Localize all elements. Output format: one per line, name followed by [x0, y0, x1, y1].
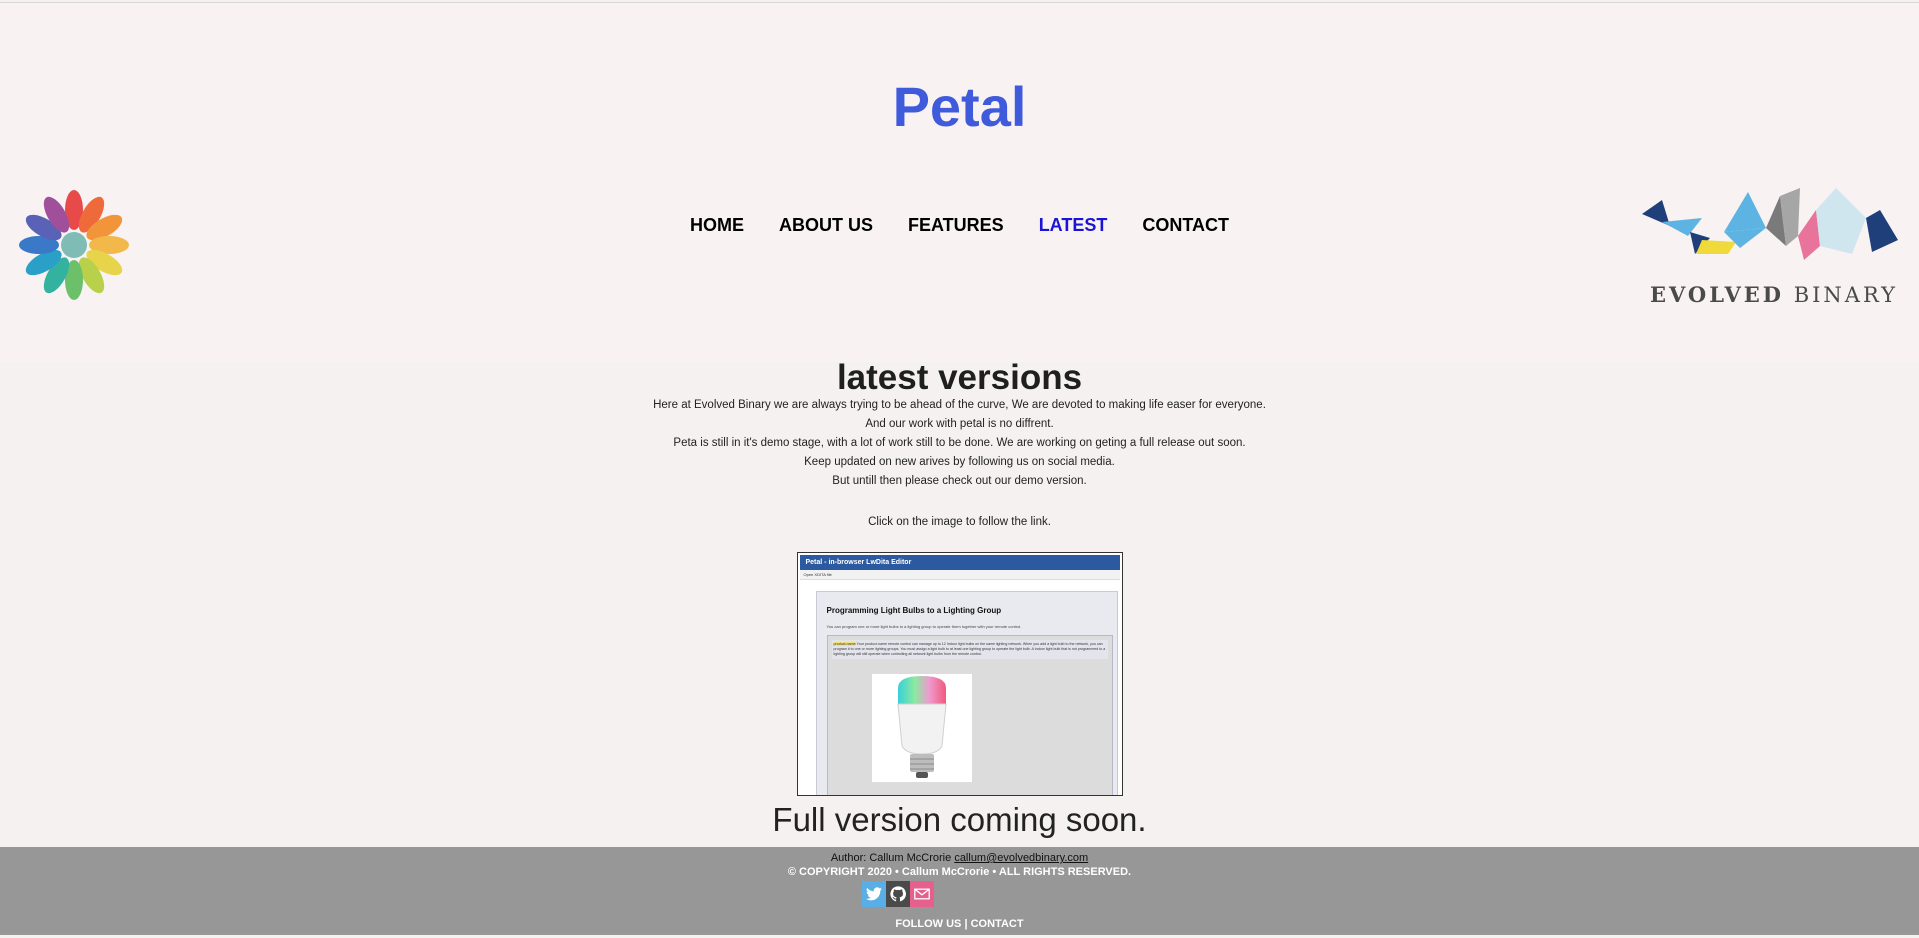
author-line: Author: Callum McCrorie callum@evolvedbi…	[0, 851, 1919, 865]
footer-contact-link[interactable]: CONTACT	[971, 918, 1024, 930]
author-label: Author: Callum McCrorie	[830, 852, 952, 864]
demo-doc-section: product-name Your product-name remote co…	[826, 635, 1113, 795]
demo-image-link[interactable]: Petal - in-browser LwDita Editor Open XD…	[796, 552, 1123, 796]
demo-doc-body: product-name Your product-name remote co…	[831, 640, 1108, 659]
main-nav: HOME ABOUT US FEATURES LATEST CONTACT	[0, 215, 1919, 236]
demo-doc-short: You can program one or more light bulbs …	[826, 624, 1022, 629]
coming-soon-text: Full version coming soon.	[772, 801, 1147, 838]
demo-app-titlebar: Petal - in-browser LwDita Editor	[799, 555, 1120, 570]
site-footer: Author: Callum McCrorie callum@evolvedbi…	[0, 847, 1919, 935]
demo-editor-area: Programming Light Bulbs to a Lighting Gr…	[815, 591, 1118, 795]
demo-doc-body-text: Your product-name remote control can man…	[833, 642, 1106, 656]
footer-separator: |	[964, 918, 968, 930]
site-title: Petal	[892, 75, 1027, 138]
intro-paragraph: And our work with petal is no diffrent.	[865, 418, 1054, 430]
light-bulb-icon	[896, 676, 947, 778]
copyright-text: © COPYRIGHT 2020 • Callum McCrorie • ALL…	[787, 866, 1132, 878]
logo-text-binary: BINARY	[1793, 283, 1898, 307]
intro-paragraph: Peta is still in it's demo stage, with a…	[673, 437, 1246, 449]
footer-links: FOLLOW US | CONTACT	[0, 918, 1919, 930]
logo-text-evolved: EVOLVED	[1650, 282, 1785, 307]
nav-about-us[interactable]: ABOUT US	[779, 215, 873, 236]
logo-text: EVOLVED BINARY	[1646, 282, 1902, 308]
follow-us-link[interactable]: FOLLOW US	[895, 918, 961, 930]
author-email-link[interactable]: callum@evolvedbinary.com	[954, 852, 1088, 864]
main-content: latest versions Here at Evolved Binary w…	[0, 360, 1919, 840]
nav-features[interactable]: FEATURES	[908, 215, 1004, 236]
nav-latest[interactable]: LATEST	[1039, 215, 1108, 236]
site-header: Petal HOME ABOUT US FEATURES LATEST CONT…	[0, 3, 1919, 362]
page-heading: latest versions	[836, 358, 1083, 397]
intro-paragraph: Keep updated on new arives by following …	[804, 456, 1115, 468]
nav-contact[interactable]: CONTACT	[1142, 215, 1229, 236]
github-icon[interactable]	[886, 881, 910, 907]
demo-app-title: Petal - in-browser LwDita Editor	[805, 559, 912, 566]
demo-doc-title: Programming Light Bulbs to a Lighting Gr…	[826, 606, 1002, 615]
demo-toolbar-file: Open XDITA file	[803, 572, 832, 577]
intro-text: Here at Evolved Binary we are always try…	[0, 396, 1919, 491]
demo-doc-keyword: product-name	[833, 642, 856, 646]
twitter-icon[interactable]	[862, 881, 886, 907]
mail-icon[interactable]	[910, 881, 934, 907]
social-links	[862, 881, 934, 907]
demo-toolbar: Open XDITA file	[799, 570, 1120, 580]
petal-flower-icon	[19, 190, 129, 300]
demo-bulb-image	[871, 674, 972, 782]
nav-home[interactable]: HOME	[690, 215, 744, 236]
click-note: Click on the image to follow the link.	[868, 516, 1051, 528]
intro-paragraph: Here at Evolved Binary we are always try…	[653, 399, 1266, 411]
intro-paragraph: But untill then please check out our dem…	[832, 475, 1087, 487]
